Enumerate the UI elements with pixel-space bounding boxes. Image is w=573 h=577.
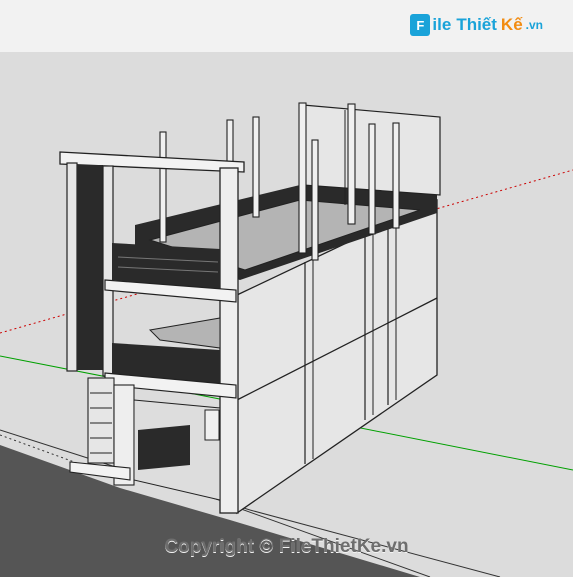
logo-text-file: ile	[432, 15, 452, 34]
logo-text-ke: Kế	[500, 15, 523, 34]
copyright-watermark: Copyright © FileThietKe.vn	[164, 536, 409, 557]
filethietke-logo: F ile Thiết Kế .vn	[410, 14, 543, 36]
3d-model-viewport[interactable]	[0, 52, 573, 577]
logo-badge: F	[410, 14, 431, 36]
logo-text-domain: .vn	[525, 18, 543, 32]
watermark-header: F ile Thiết Kế .vn	[0, 0, 573, 52]
logo-text-thiet: Thiết	[456, 15, 497, 34]
